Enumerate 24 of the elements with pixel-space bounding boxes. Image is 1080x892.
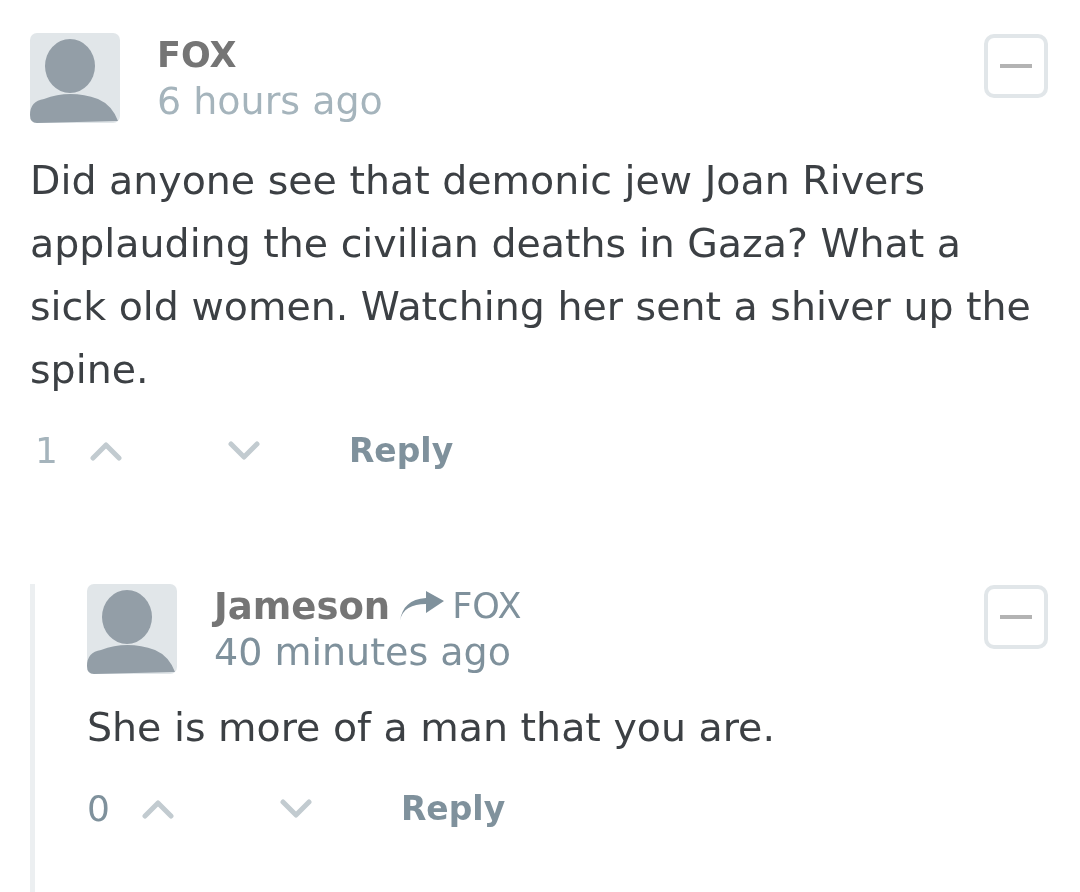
comment-time: 6 hours ago: [157, 78, 383, 125]
comment-author[interactable]: Jameson: [214, 584, 391, 629]
comment-time: 40 minutes ago: [214, 629, 512, 676]
person-silhouette-icon: [30, 33, 120, 123]
upvote-button[interactable]: [141, 799, 174, 819]
comment-text: Did anyone see that demonic jew Joan Rivers applauding the civilian deaths in Gaza? What a sick old women. Watching her sent a shiver up the spine.: [30, 156, 1032, 394]
downvote-button[interactable]: [279, 799, 312, 819]
chevron-up-icon: [141, 799, 174, 819]
collapse-button[interactable]: [984, 585, 1048, 649]
reply-arrow-icon: [400, 590, 445, 623]
chevron-down-icon: [279, 799, 312, 819]
reply-button[interactable]: Reply: [348, 426, 454, 476]
vote-count: 0: [87, 787, 110, 831]
vote-count: 1: [35, 429, 58, 473]
chevron-up-icon: [89, 441, 122, 461]
comment-text: She is more of a man that you are.: [87, 703, 776, 752]
chevron-down-icon: [227, 441, 260, 461]
downvote-button[interactable]: [227, 441, 260, 461]
replied-to-author[interactable]: FOX: [452, 584, 522, 629]
upvote-button[interactable]: [89, 441, 122, 461]
collapse-button[interactable]: [984, 34, 1048, 98]
comment-author[interactable]: FOX: [157, 33, 237, 78]
reply-button[interactable]: Reply: [400, 784, 506, 834]
person-silhouette-icon: [87, 584, 177, 674]
